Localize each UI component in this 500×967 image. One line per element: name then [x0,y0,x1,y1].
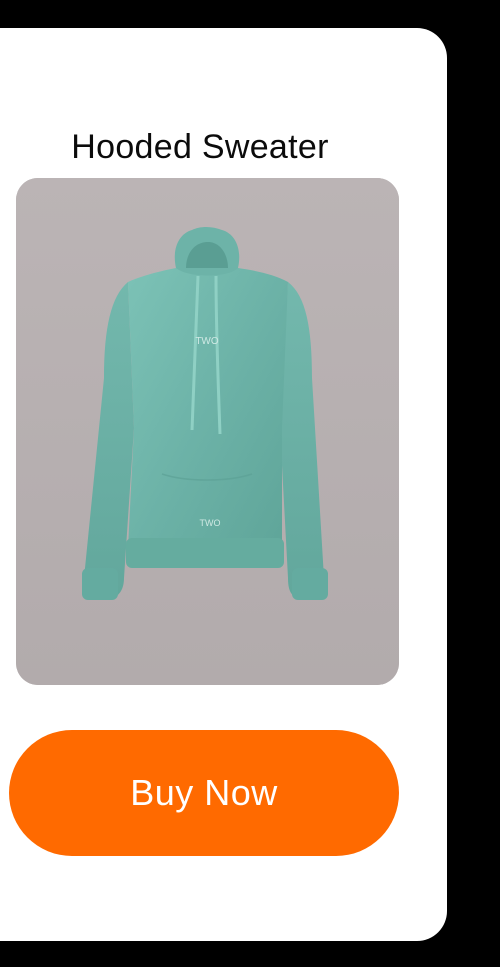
product-card: Hooded Sweater TWO TWO Buy Now [0,28,447,941]
product-image: TWO TWO [16,178,399,685]
chest-logo: TWO [195,336,219,347]
hem-logo: TWO [200,518,221,528]
app-screen: Hooded Sweater TWO TWO Buy Now [0,0,500,967]
hoodie-icon: TWO TWO [16,178,399,685]
product-title: Hooded Sweater [71,128,329,166]
buy-now-button[interactable]: Buy Now [9,730,399,856]
